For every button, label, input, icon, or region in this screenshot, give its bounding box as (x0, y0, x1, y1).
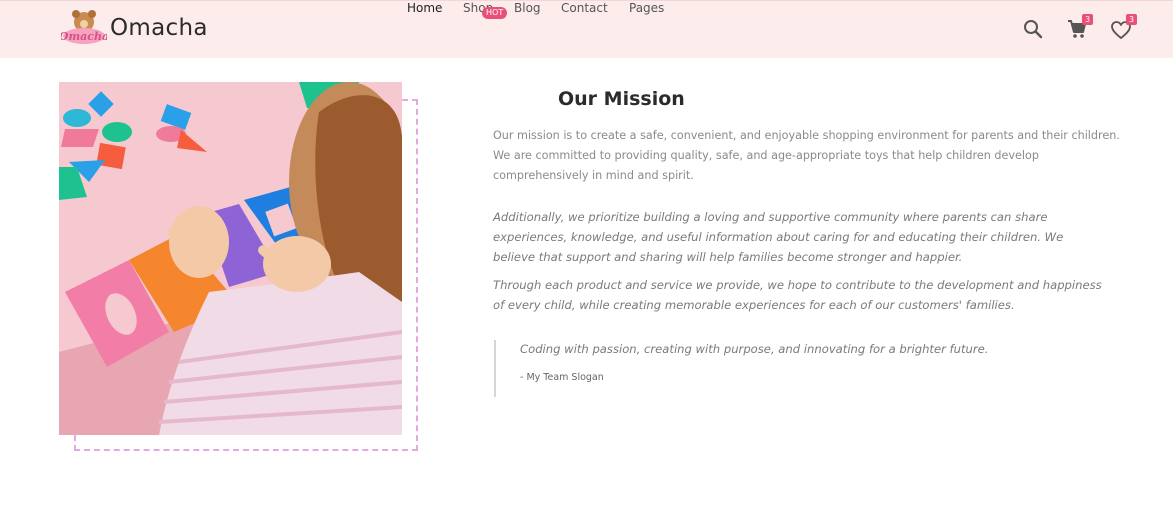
child-puzzle-illustration (59, 82, 402, 435)
search-icon[interactable] (1022, 18, 1044, 40)
nav-home[interactable]: Home (407, 1, 442, 15)
mission-photo (59, 82, 402, 435)
team-slogan-quote: Coding with passion, creating with purpo… (494, 340, 1054, 397)
mission-paragraph-1: Our mission is to create a safe, conveni… (493, 129, 1120, 182)
brand-name[interactable]: Omacha (110, 15, 208, 41)
wishlist-count-badge: 3 (1126, 14, 1137, 25)
site-header: Omacha Omacha Home Shop HOT Blog Contact… (0, 0, 1173, 58)
quote-text: Coding with passion, creating with purpo… (520, 342, 989, 356)
nav-pages[interactable]: Pages (629, 1, 664, 15)
nav-contact[interactable]: Contact (561, 1, 608, 15)
mission-title: Our Mission (558, 88, 685, 110)
hot-badge: HOT (482, 7, 508, 19)
cart-count-badge: 3 (1082, 14, 1093, 25)
mission-paragraph-3: Through each product and service we prov… (493, 278, 1102, 312)
brand-logo[interactable]: Omacha (61, 9, 107, 49)
mission-paragraph-2: Additionally, we prioritize building a l… (493, 210, 1064, 264)
svg-text:Omacha: Omacha (61, 30, 107, 43)
nav-blog[interactable]: Blog (514, 1, 541, 15)
quote-author: - My Team Slogan (520, 372, 604, 383)
